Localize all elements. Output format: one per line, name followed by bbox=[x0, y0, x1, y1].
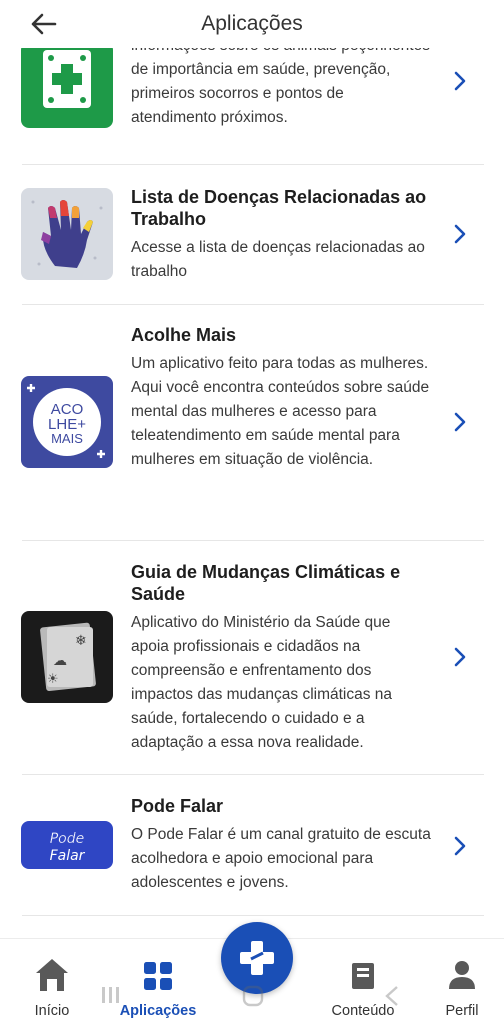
system-back-icon[interactable] bbox=[384, 985, 400, 1007]
item-title: Acolhe Mais bbox=[131, 325, 237, 345]
colored-hand-icon bbox=[31, 200, 103, 268]
user-icon bbox=[449, 961, 475, 989]
chevron-right-icon[interactable] bbox=[451, 411, 469, 433]
item-text: Acolhe Mais Um aplicativo feito para tod… bbox=[131, 324, 431, 472]
item-text: informações sobre os animais peçonhentos… bbox=[131, 48, 431, 130]
system-recent-apps-icon[interactable] bbox=[100, 985, 122, 1005]
item-text: Lista de Doenças Relacionadas ao Trabalh… bbox=[131, 186, 431, 284]
item-text: Pode Falar O Pode Falar é um canal gratu… bbox=[131, 795, 431, 895]
item-description: Acesse a lista de doenças relacionadas a… bbox=[131, 239, 425, 280]
chevron-right-icon[interactable] bbox=[451, 223, 469, 245]
chevron-right-icon[interactable] bbox=[451, 835, 469, 857]
system-home-icon[interactable] bbox=[242, 985, 264, 1007]
home-icon bbox=[36, 959, 68, 991]
nav-perfil[interactable]: Perfil bbox=[430, 939, 494, 1023]
list-item-mudancas-climaticas[interactable]: ❄ ☁ ☀ Guia de Mudanças Climáticas e Saúd… bbox=[0, 541, 504, 773]
app-thumbnail-doencas bbox=[21, 188, 113, 280]
item-title: Lista de Doenças Relacionadas ao Trabalh… bbox=[131, 187, 427, 229]
nav-label-aplicacoes: Aplicações bbox=[119, 1003, 197, 1019]
app-header: Aplicações bbox=[0, 0, 504, 48]
svg-text:☀: ☀ bbox=[47, 672, 59, 687]
item-title: Guia de Mudanças Climáticas e Saúde bbox=[131, 562, 401, 604]
arrow-left-icon bbox=[31, 13, 57, 35]
nav-label-perfil: Perfil bbox=[445, 1003, 479, 1019]
app-thumbnail-clima: ❄ ☁ ☀ bbox=[21, 611, 113, 703]
svg-text:❄: ❄ bbox=[75, 633, 87, 649]
nav-aplicacoes[interactable]: Aplicações bbox=[108, 939, 208, 1023]
nav-inicio[interactable]: Início bbox=[14, 939, 90, 1023]
book-icon bbox=[352, 963, 374, 989]
back-button[interactable] bbox=[28, 10, 58, 38]
svg-text:MAIS: MAIS bbox=[51, 431, 83, 446]
apps-list: informações sobre os animais peçonhentos… bbox=[0, 48, 504, 938]
svg-text:Pode: Pode bbox=[50, 831, 85, 847]
divider bbox=[22, 915, 484, 916]
list-item-acolhe-mais[interactable]: ACO LHE+ MAIS Acolhe Mais Um aplicativo … bbox=[0, 305, 504, 539]
nav-label-inicio: Início bbox=[34, 1003, 70, 1019]
app-thumbnail-acolhe-mais: ACO LHE+ MAIS bbox=[21, 376, 113, 468]
list-item-pode-falar[interactable]: Pode Falar Pode Falar O Pode Falar é um … bbox=[0, 775, 504, 915]
acolhe-mais-logo: ACO LHE+ MAIS bbox=[27, 384, 105, 458]
venomous-animals-icon bbox=[43, 50, 91, 108]
svg-text:☁: ☁ bbox=[53, 653, 67, 669]
item-description: Aplicativo do Ministério da Saúde que ap… bbox=[131, 614, 393, 751]
item-text: Guia de Mudanças Climáticas e Saúde Apli… bbox=[131, 561, 431, 755]
app-thumbnail-animais bbox=[21, 48, 113, 128]
climate-guide-icon: ❄ ☁ ☀ bbox=[40, 622, 96, 692]
page-title: Aplicações bbox=[201, 12, 303, 35]
item-title: Pode Falar bbox=[131, 796, 224, 816]
pode-falar-logo: Pode Falar bbox=[50, 831, 86, 864]
item-description: informações sobre os animais peçonhentos… bbox=[131, 48, 430, 126]
health-cross-fab[interactable] bbox=[221, 922, 293, 994]
list-item-animais-peconhentos[interactable]: informações sobre os animais peçonhentos… bbox=[0, 48, 504, 164]
app-thumbnail-pode-falar: Pode Falar bbox=[21, 821, 113, 869]
item-description: O Pode Falar é um canal gratuito de escu… bbox=[131, 826, 431, 891]
nav-conteudo[interactable]: Conteúdo bbox=[318, 939, 408, 1023]
grid-apps-icon bbox=[144, 962, 172, 990]
health-cross-icon bbox=[240, 941, 274, 975]
list-item-doencas-trabalho[interactable]: Lista de Doenças Relacionadas ao Trabalh… bbox=[0, 165, 504, 303]
chevron-right-icon[interactable] bbox=[451, 646, 469, 668]
screen: Aplicações informações sobre os animais … bbox=[0, 0, 504, 1023]
svg-text:Falar: Falar bbox=[50, 848, 86, 864]
chevron-right-icon[interactable] bbox=[451, 70, 469, 92]
item-description: Um aplicativo feito para todas as mulher… bbox=[131, 355, 430, 468]
